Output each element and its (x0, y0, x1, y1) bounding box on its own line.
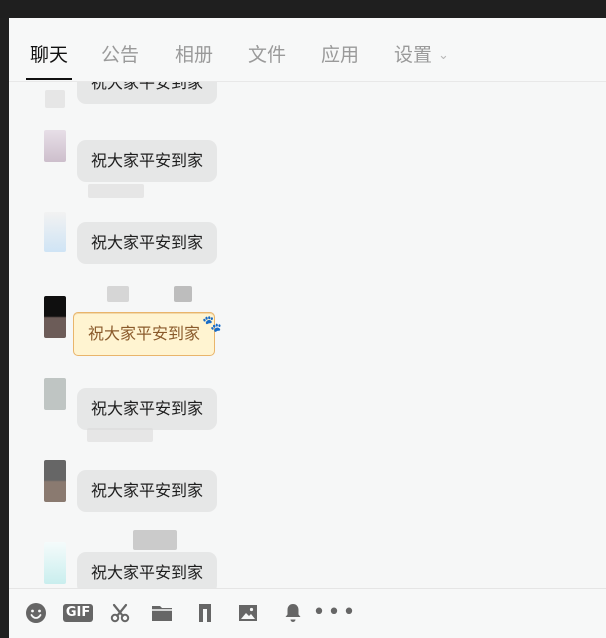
message-row: 祝大家平安到家 🐾 (9, 296, 269, 356)
special-message-text: 祝大家平安到家 (88, 324, 201, 343)
avatar[interactable] (44, 130, 66, 162)
tab-apps[interactable]: 应用 (321, 40, 359, 72)
tab-files[interactable]: 文件 (248, 40, 286, 72)
tab-settings[interactable]: 设置 ⌄ (394, 40, 449, 72)
tab-chat[interactable]: 聊天 (25, 40, 73, 80)
more-dots: ••• (312, 600, 358, 625)
message-bubble[interactable]: 祝大家平安到家 (77, 82, 218, 104)
emoji-icon[interactable] (22, 599, 50, 627)
message-row: 祝大家平安到家 (9, 212, 269, 272)
message-row: 祝大家平安到家 (9, 82, 269, 112)
image-icon[interactable] (234, 599, 262, 627)
more-icon[interactable]: ••• (313, 599, 356, 627)
window-top-border (0, 0, 606, 18)
window-left-edge (0, 18, 9, 638)
blurred-sender-name (88, 184, 144, 198)
tab-settings-label: 设置 (394, 44, 433, 66)
message-bubble[interactable]: 祝大家平安到家 (77, 140, 218, 182)
avatar[interactable] (44, 296, 66, 338)
message-toolbar: GIF ••• (9, 588, 606, 638)
special-message-bubble[interactable]: 祝大家平安到家 🐾 (73, 312, 222, 356)
gif-icon[interactable]: GIF (62, 599, 94, 627)
message-row: 祝大家平安到家 (9, 130, 269, 190)
folder-icon[interactable] (148, 599, 176, 627)
chat-message-list[interactable]: 祝大家平安到家 祝大家平安到家 祝大家平安到家 祝大家平安到家 🐾 祝大家平安到… (9, 82, 606, 588)
music-icon[interactable] (191, 599, 219, 627)
message-bubble[interactable]: 祝大家平安到家 (77, 470, 218, 512)
avatar[interactable] (44, 378, 66, 410)
scissors-icon[interactable] (106, 599, 134, 627)
tab-notice[interactable]: 公告 (101, 40, 139, 72)
message-bubble[interactable]: 祝大家平安到家 (77, 222, 218, 264)
gif-label: GIF (62, 604, 94, 622)
avatar[interactable] (44, 542, 66, 584)
chevron-down-icon[interactable]: ⌄ (438, 41, 449, 71)
top-tab-bar: 聊天 公告 相册 文件 应用 设置 ⌄ (9, 18, 606, 82)
avatar[interactable] (44, 212, 66, 252)
message-bubble[interactable]: 祝大家平安到家 (77, 388, 218, 430)
message-row: 祝大家平安到家 (9, 460, 269, 520)
message-row: 祝大家平安到家 (9, 542, 269, 588)
bell-icon[interactable] (279, 599, 307, 627)
group-chat-window: 聊天 公告 相册 文件 应用 设置 ⌄ 祝大家平安到家 祝大家平安到家 祝大家平安… (9, 18, 606, 638)
message-bubble[interactable]: 祝大家平安到家 (77, 552, 218, 588)
cat-paw-icon: 🐾 (202, 314, 223, 333)
tab-album[interactable]: 相册 (175, 40, 213, 72)
avatar[interactable] (44, 460, 66, 502)
blurred-sender-name (87, 428, 153, 442)
